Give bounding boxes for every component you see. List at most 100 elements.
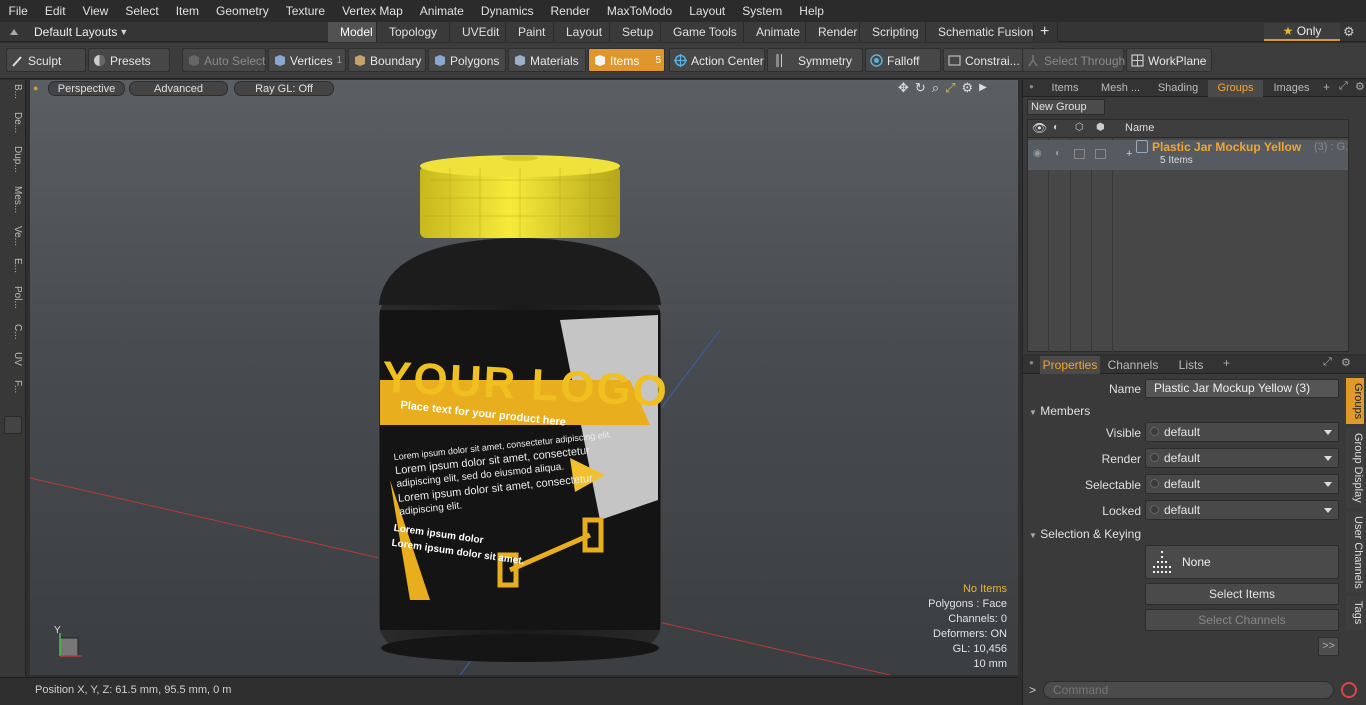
tab-animate[interactable]: Animate <box>744 22 806 42</box>
lock-icon[interactable]: ⬡ <box>1075 122 1084 133</box>
panel-gear-icon[interactable]: ⚙ <box>1355 80 1365 93</box>
menu-layout[interactable]: Layout <box>681 0 734 22</box>
menu-geometry[interactable]: Geometry <box>208 0 278 22</box>
tab-layout[interactable]: Layout <box>554 22 610 42</box>
perspective-dropdown[interactable]: Perspective <box>48 81 125 96</box>
render-select[interactable]: default <box>1145 448 1339 468</box>
new-group-button[interactable]: New Group <box>1027 99 1105 115</box>
panel-gear-icon[interactable]: ⚙ <box>1341 356 1351 369</box>
zoom-icon[interactable]: ⌕ <box>932 80 939 96</box>
shading-dropdown[interactable]: Advanced <box>129 81 228 96</box>
menu-vertex-map[interactable]: Vertex Map <box>334 0 412 22</box>
menu-select[interactable]: Select <box>117 0 167 22</box>
constraints-button[interactable]: Constrai... <box>943 48 1023 72</box>
maximize-icon[interactable]: ⤢ <box>945 80 955 96</box>
boundary-button[interactable]: Boundary <box>348 48 426 72</box>
panel-menu-icon[interactable]: ● <box>1029 358 1034 367</box>
left-tab-fusion[interactable]: F... <box>3 380 23 393</box>
visible-select[interactable]: default <box>1145 422 1339 442</box>
eye-icon[interactable]: 👁 <box>1032 121 1047 135</box>
gear-icon[interactable]: ⚙ <box>1343 24 1355 40</box>
left-tab-curve[interactable]: C... <box>3 324 23 340</box>
tab-uvedit[interactable]: UVEdit <box>450 22 506 42</box>
side-tab-group-display[interactable]: Group Display <box>1346 428 1364 508</box>
items-button[interactable]: Items 5 <box>588 48 665 72</box>
left-tab-deform[interactable]: De... <box>3 112 23 133</box>
visibility-icon[interactable]: ◉ <box>1033 148 1042 159</box>
auto-select-button[interactable]: Auto Select <box>182 48 266 72</box>
tab-items[interactable]: Items <box>1040 80 1090 97</box>
selectable-select[interactable]: default <box>1145 474 1339 494</box>
expand-icon[interactable]: ⤢ <box>1323 356 1332 369</box>
expand-plus-icon[interactable]: + <box>1126 148 1132 160</box>
side-tab-groups[interactable]: Groups <box>1346 378 1364 424</box>
add-tab-icon[interactable]: + <box>1323 80 1330 94</box>
menu-dynamics[interactable]: Dynamics <box>472 0 542 22</box>
left-tab-duplicate[interactable]: Dup... <box>3 146 23 173</box>
layout-selector[interactable]: Default Layouts ▼ <box>0 22 128 42</box>
menu-animate[interactable]: Animate <box>411 0 472 22</box>
tab-groups[interactable]: Groups <box>1208 80 1263 97</box>
arrow-right-icon[interactable]: ▶ <box>979 80 987 96</box>
locked-select[interactable]: default <box>1145 500 1339 520</box>
symmetry-button[interactable]: Symmetry <box>767 48 863 72</box>
left-tab-vertex[interactable]: Ve... <box>3 226 23 246</box>
select-items-button[interactable]: Select Items <box>1145 583 1339 605</box>
left-tab-mesh-edit[interactable]: Mes... <box>3 186 23 213</box>
select-through-button[interactable]: Select Through <box>1022 48 1125 72</box>
members-section-header[interactable]: ▼ Members <box>1029 404 1090 418</box>
tab-model[interactable]: Model <box>328 22 377 42</box>
vertices-button[interactable]: Vertices 1 <box>268 48 346 72</box>
expand-icon[interactable]: ⤢ <box>1339 80 1348 93</box>
sculpt-button[interactable]: Sculpt <box>6 48 86 72</box>
menu-edit[interactable]: Edit <box>36 0 74 22</box>
settings-icon[interactable]: ⚙ <box>962 80 974 96</box>
record-icon[interactable] <box>1341 682 1357 698</box>
side-tab-user-channels[interactable]: User Channels <box>1346 512 1364 592</box>
lock-checkbox[interactable] <box>1074 149 1085 159</box>
menu-help[interactable]: Help <box>791 0 833 22</box>
tab-images[interactable]: Images <box>1266 80 1317 97</box>
tab-topology[interactable]: Topology <box>377 22 450 42</box>
left-tab-basic[interactable]: B... <box>3 84 23 99</box>
select-channels-button[interactable]: Select Channels <box>1145 609 1339 631</box>
raygl-toggle[interactable]: Ray GL: Off <box>234 81 334 96</box>
tab-game-tools[interactable]: Game Tools <box>661 22 744 42</box>
materials-button[interactable]: Materials <box>508 48 586 72</box>
selectable-checkbox[interactable] <box>1095 149 1106 159</box>
menu-texture[interactable]: Texture <box>277 0 333 22</box>
only-button[interactable]: ★ Only <box>1264 23 1340 41</box>
tab-setup[interactable]: Setup <box>610 22 661 42</box>
left-tab-edge[interactable]: E... <box>3 258 23 273</box>
group-name-field[interactable]: Plastic Jar Mockup Yellow (3) <box>1145 379 1339 398</box>
tab-schematic-fusion[interactable]: Schematic Fusion <box>926 22 1034 42</box>
tab-scripting[interactable]: Scripting <box>860 22 926 42</box>
presets-button[interactable]: Presets <box>88 48 170 72</box>
render-toggle-icon[interactable]: ◐ <box>1055 148 1061 159</box>
polygons-button[interactable]: Polygons <box>428 48 506 72</box>
add-tab-button[interactable]: + <box>1034 22 1058 42</box>
tab-render[interactable]: Render <box>806 22 860 42</box>
rotate-icon[interactable]: ↻ <box>915 80 926 96</box>
name-column-header[interactable]: Name <box>1125 122 1154 134</box>
render-icon[interactable]: ◐ <box>1053 122 1059 133</box>
add-tab-icon[interactable]: + <box>1223 356 1230 370</box>
tab-lists[interactable]: Lists <box>1167 356 1215 374</box>
selection-keying-section-header[interactable]: ▼ Selection & Keying <box>1029 527 1141 541</box>
tab-mesh[interactable]: Mesh ... <box>1093 80 1148 97</box>
left-tab-uv[interactable]: UV <box>3 352 23 366</box>
menu-render[interactable]: Render <box>542 0 598 22</box>
panel-menu-icon[interactable]: ● <box>1029 82 1034 91</box>
select-icon[interactable]: ⬢ <box>1096 122 1105 133</box>
falloff-button[interactable]: Falloff <box>865 48 941 72</box>
tab-paint[interactable]: Paint <box>506 22 554 42</box>
viewport-menu-icon[interactable]: ● <box>33 83 38 93</box>
group-row[interactable]: ◉ ◐ + Plastic Jar Mockup Yellow (3) : G.… <box>1028 140 1348 170</box>
menu-file[interactable]: File <box>0 0 36 22</box>
command-input[interactable] <box>1043 681 1334 699</box>
tab-properties[interactable]: Properties <box>1040 356 1100 374</box>
move-icon[interactable]: ✥ <box>898 80 909 96</box>
left-tab-toggle-button[interactable] <box>4 416 22 434</box>
workplane-button[interactable]: WorkPlane <box>1126 48 1212 72</box>
menu-item[interactable]: Item <box>167 0 207 22</box>
